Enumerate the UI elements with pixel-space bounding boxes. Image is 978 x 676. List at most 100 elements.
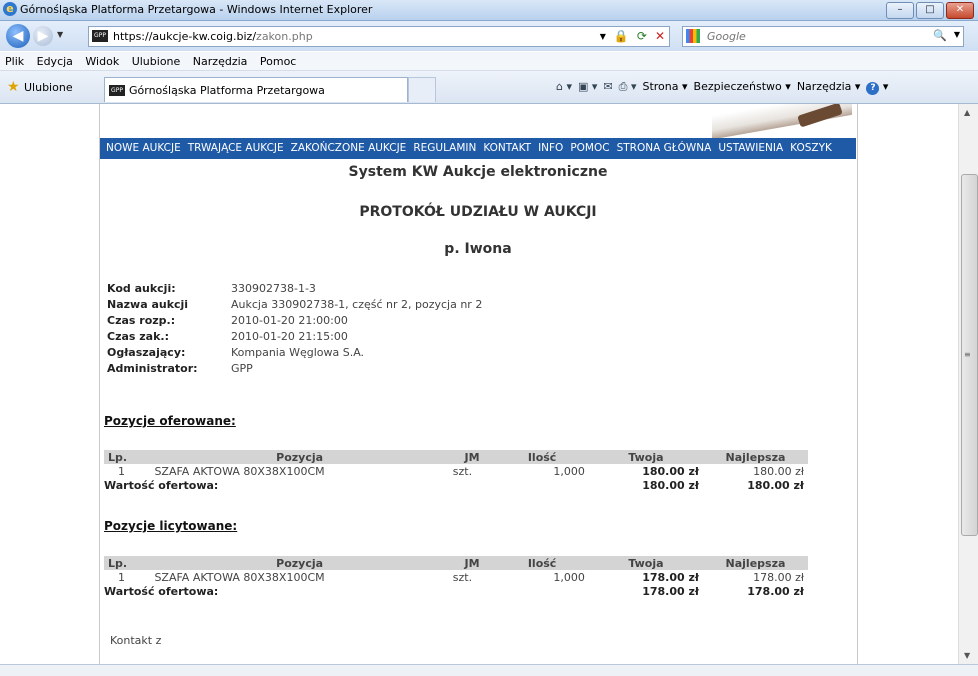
- nav-zakonczone-aukcje[interactable]: ZAKOŃCZONE AUKCJE: [291, 138, 407, 159]
- nav-kontakt[interactable]: KONTAKT: [483, 138, 531, 159]
- nav-trwajace-aukcje[interactable]: TRWAJĄCE AUKCJE: [188, 138, 284, 159]
- nav-koszyk[interactable]: KOSZYK: [790, 138, 832, 159]
- detail-value: 330902738-1-3: [231, 282, 316, 295]
- narzedzia-menu[interactable]: Narzędzia ▾: [797, 80, 861, 95]
- forward-button[interactable]: ▶: [33, 26, 53, 46]
- bezpieczenstwo-label: Bezpieczeństwo: [693, 80, 782, 93]
- detail-label: Czas rozp.:: [107, 314, 176, 327]
- menu-item-edycja[interactable]: Edycja: [37, 55, 73, 68]
- header-banner-image: [712, 104, 852, 138]
- col-ilosc: Ilość: [495, 450, 589, 464]
- cell-jm: szt.: [452, 570, 473, 584]
- address-actions: ▼ 🔒 ⟳ ✕: [600, 29, 665, 43]
- total-row: Wartość ofertowa: 178.00 zł 178.00 zł: [104, 584, 808, 598]
- cell-twoja: 178.00 zł: [642, 570, 699, 584]
- address-dropdown-icon[interactable]: ▼: [600, 32, 606, 43]
- table-row: 1 SZAFA AKTOWA 80X38X100CM szt. 1,000 18…: [104, 464, 808, 478]
- vertical-scrollbar[interactable]: ▲ ≡ ▼: [958, 104, 978, 664]
- col-ilosc: Ilość: [495, 556, 589, 570]
- tab-title: Górnośląska Platforma Przetargowa: [129, 84, 325, 97]
- col-twoja: Twoja: [588, 556, 703, 570]
- col-najlepsza: Najlepsza: [702, 556, 808, 570]
- col-najlepsza: Najlepsza: [702, 450, 808, 464]
- menu-item-pomoc[interactable]: Pomoc: [260, 55, 296, 68]
- command-bar: ⌂ ▾ ▣ ▾ ✉ ⎙ ▾ Strona ▾ Bezpieczeństwo ▾ …: [556, 80, 888, 95]
- site-favicon-icon: GPP: [92, 30, 108, 42]
- new-tab-button[interactable]: [408, 77, 436, 102]
- strona-menu[interactable]: Strona ▾: [642, 80, 687, 95]
- refresh-icon[interactable]: ⟳: [637, 29, 647, 43]
- url-text[interactable]: https://aukcje-kw.coig.biz/zakon.php: [113, 30, 313, 43]
- nav-nowe-aukcje[interactable]: NOWE AUKCJE: [106, 138, 181, 159]
- main-navigation: NOWE AUKCJE TRWAJĄCE AUKCJE ZAKOŃCZONE A…: [100, 138, 856, 159]
- cell-ilosc: 1,000: [553, 464, 585, 478]
- col-pozycja: Pozycja: [150, 556, 449, 570]
- home-icon[interactable]: ⌂ ▾: [556, 80, 572, 95]
- url-host: https://aukcje-kw.coig.biz/: [113, 30, 257, 43]
- contact-text: Kontakt z: [110, 634, 162, 647]
- close-window-button[interactable]: ✕: [946, 2, 974, 19]
- mail-icon[interactable]: ✉: [603, 80, 612, 95]
- search-input[interactable]: [705, 28, 929, 45]
- cell-lp: 1: [118, 570, 125, 584]
- total-label: Wartość ofertowa:: [104, 584, 219, 598]
- window-titlebar: e Górnośląska Platforma Przetargowa - Wi…: [0, 0, 978, 21]
- minimize-button[interactable]: –: [886, 2, 914, 19]
- cell-najlepsza: 178.00 zł: [753, 570, 804, 584]
- lock-icon[interactable]: 🔒: [614, 29, 629, 43]
- detail-value: GPP: [231, 362, 253, 375]
- help-menu[interactable]: ? ▾: [866, 80, 888, 95]
- history-dropdown-icon[interactable]: ▼: [57, 30, 63, 39]
- cell-twoja: 180.00 zł: [642, 464, 699, 478]
- cell-pozycja: SZAFA AKTOWA 80X38X100CM: [154, 464, 325, 478]
- total-label: Wartość ofertowa:: [104, 478, 219, 492]
- bezpieczenstwo-menu[interactable]: Bezpieczeństwo ▾: [694, 80, 791, 95]
- scroll-up-icon[interactable]: ▲: [964, 108, 970, 117]
- cell-ilosc: 1,000: [553, 570, 585, 584]
- favorites-button[interactable]: Ulubione: [24, 81, 73, 94]
- col-lp: Lp.: [104, 556, 151, 570]
- menu-item-narzedzia[interactable]: Narzędzia: [193, 55, 248, 68]
- back-button[interactable]: ◀: [6, 24, 30, 48]
- menu-item-ulubione[interactable]: Ulubione: [132, 55, 181, 68]
- total-twoja: 178.00 zł: [642, 584, 699, 598]
- page-container: NOWE AUKCJE TRWAJĄCE AUKCJE ZAKOŃCZONE A…: [100, 104, 856, 664]
- address-toolbar: ◀ ▶ ▼ GPP https://aukcje-kw.coig.biz/zak…: [0, 21, 978, 51]
- nav-info[interactable]: INFO: [538, 138, 563, 159]
- detail-label: Czas zak.:: [107, 330, 169, 343]
- detail-value: Kompania Węglowa S.A.: [231, 346, 365, 359]
- scroll-down-icon[interactable]: ▼: [964, 651, 970, 660]
- help-icon: ?: [866, 82, 880, 95]
- favorites-star-icon[interactable]: ★: [7, 79, 20, 95]
- detail-value: 2010-01-20 21:15:00: [231, 330, 348, 343]
- google-logo-icon: [686, 29, 700, 43]
- nav-ustawienia[interactable]: USTAWIENIA: [718, 138, 783, 159]
- window-title: Górnośląska Platforma Przetargowa - Wind…: [20, 3, 373, 16]
- table-header-row: Lp. Pozycja JM Ilość Twoja Najlepsza: [104, 450, 808, 464]
- total-najlepsza: 180.00 zł: [747, 478, 804, 492]
- address-bar[interactable]: GPP https://aukcje-kw.coig.biz/zakon.php…: [88, 26, 670, 47]
- nav-strona-glowna[interactable]: STRONA GŁÓWNA: [617, 138, 712, 159]
- cell-najlepsza: 180.00 zł: [753, 464, 804, 478]
- detail-value: 2010-01-20 21:00:00: [231, 314, 348, 327]
- search-icon[interactable]: 🔍: [933, 29, 947, 42]
- cell-pozycja: SZAFA AKTOWA 80X38X100CM: [154, 570, 325, 584]
- feeds-icon[interactable]: ▣ ▾: [578, 80, 597, 95]
- maximize-button[interactable]: □: [916, 2, 944, 19]
- gavel-icon: [797, 104, 843, 128]
- search-box[interactable]: 🔍 ▼: [682, 26, 964, 47]
- detail-label: Ogłaszający:: [107, 346, 186, 359]
- cell-jm: szt.: [452, 464, 473, 478]
- nav-regulamin[interactable]: REGULAMIN: [413, 138, 476, 159]
- total-twoja: 180.00 zł: [642, 478, 699, 492]
- menu-item-widok[interactable]: Widok: [85, 55, 119, 68]
- nav-pomoc[interactable]: POMOC: [570, 138, 609, 159]
- protocol-title: PROTOKÓŁ UDZIAŁU W AUKCJI: [359, 204, 597, 220]
- strona-label: Strona: [642, 80, 679, 93]
- menu-item-plik[interactable]: Plik: [5, 55, 24, 68]
- stop-icon[interactable]: ✕: [655, 29, 665, 43]
- search-options-dropdown-icon[interactable]: ▼: [954, 30, 960, 39]
- print-icon[interactable]: ⎙ ▾: [619, 80, 637, 95]
- browser-tab[interactable]: GPP Górnośląska Platforma Przetargowa: [104, 77, 408, 102]
- page-viewport: NOWE AUKCJE TRWAJĄCE AUKCJE ZAKOŃCZONE A…: [0, 104, 958, 664]
